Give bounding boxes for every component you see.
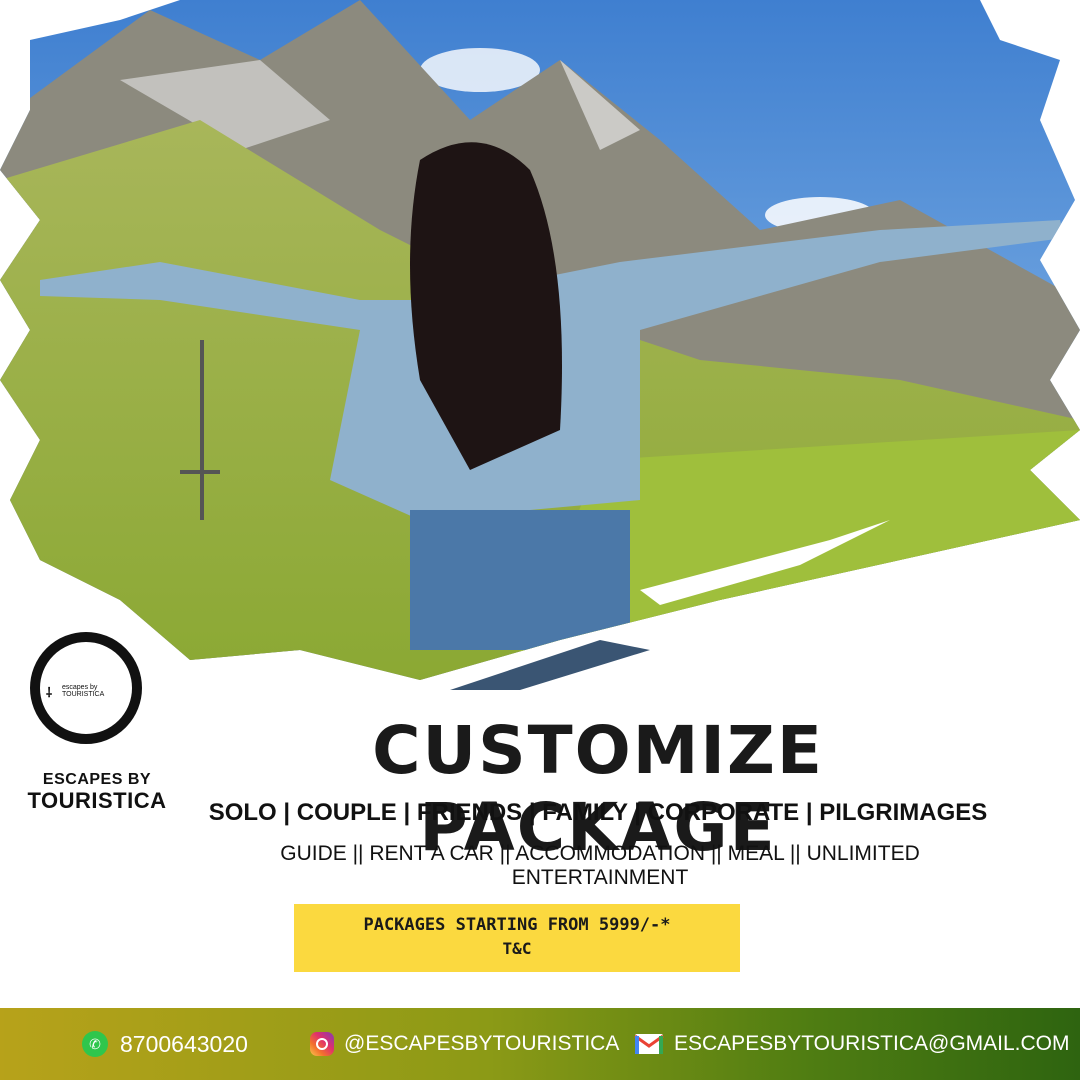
instagram-icon bbox=[310, 1032, 334, 1056]
brand-name-bottom: TOURISTICA bbox=[27, 788, 167, 813]
phone-number: 8700643020 bbox=[120, 1030, 248, 1057]
instagram-handle: @ESCAPESBYTOURISTICA bbox=[344, 1032, 620, 1055]
logo-text: escapes by TOURISTICA bbox=[62, 684, 126, 698]
traveler-types: SOLO | COUPLE | FRIENDS | FAMILY | CORPO… bbox=[208, 799, 988, 826]
logo-text-line2: TOURISTICA bbox=[62, 691, 105, 698]
phone-contact[interactable]: ✆ 8700643020 bbox=[82, 1028, 248, 1060]
email-contact[interactable]: ESCAPESBYTOURISTICA@GMAIL.COM bbox=[634, 1028, 1070, 1060]
hero-photo bbox=[0, 0, 1080, 690]
email-address: ESCAPESBYTOURISTICA@GMAIL.COM bbox=[674, 1032, 1070, 1055]
price-banner: PACKAGES STARTING FROM 5999/-* T&C bbox=[294, 904, 740, 972]
terms-text: T&C bbox=[502, 939, 532, 958]
logo-runner-icon: ⸸ bbox=[46, 685, 53, 700]
instagram-contact[interactable]: @ESCAPESBYTOURISTICA bbox=[310, 1028, 619, 1060]
logo-text-line1: escapes by bbox=[62, 684, 98, 691]
whatsapp-icon: ✆ bbox=[82, 1031, 108, 1057]
price-text: PACKAGES STARTING FROM 5999/-* bbox=[363, 915, 671, 935]
contact-footer: ✆ 8700643020 @ESCAPESBYTOURISTICA ESCAPE… bbox=[0, 1008, 1080, 1080]
gmail-icon bbox=[634, 1034, 664, 1054]
brand-name-top: ESCAPES BY bbox=[42, 771, 152, 788]
services-list: GUIDE || RENT A CAR || ACCOMMODATION || … bbox=[280, 842, 920, 889]
